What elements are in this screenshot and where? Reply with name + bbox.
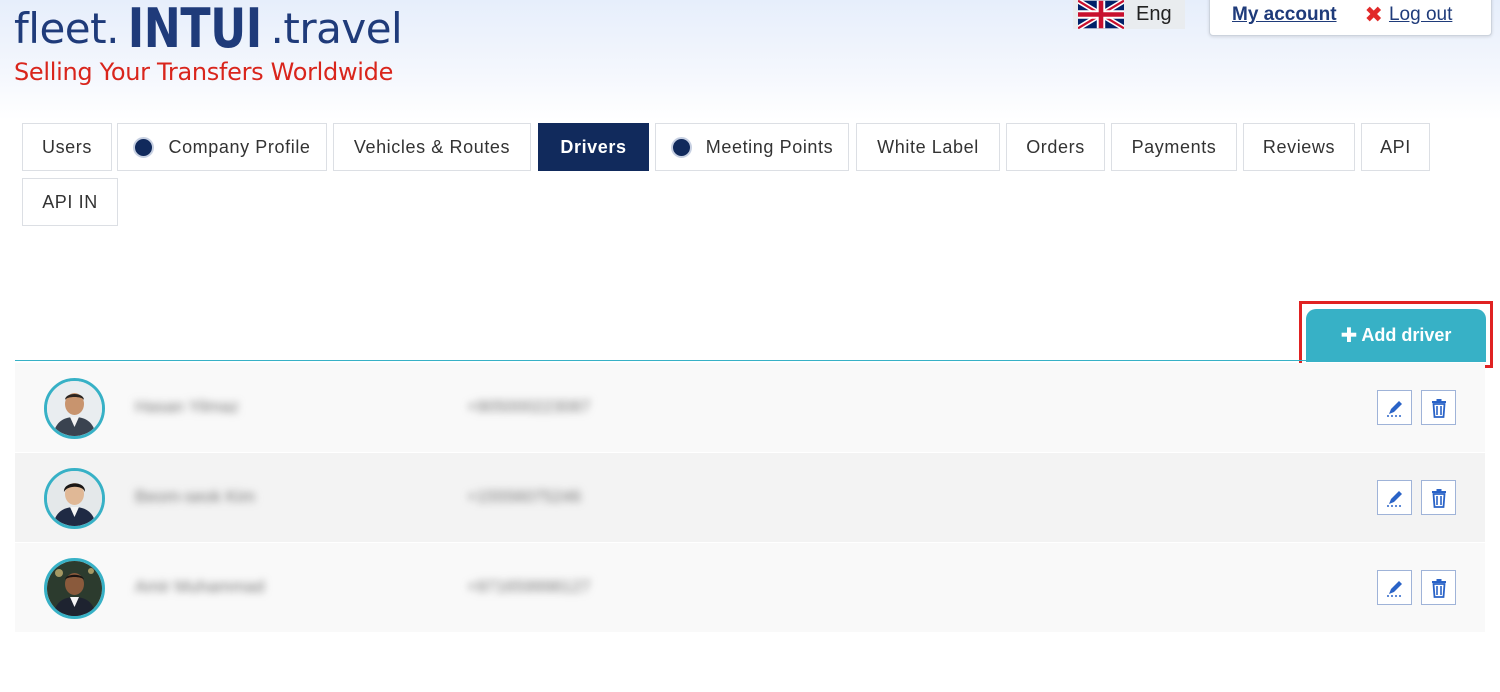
tab-api-in[interactable]: API IN: [22, 178, 118, 226]
add-driver-label: Add driver: [1361, 325, 1452, 345]
tab-label: Drivers: [560, 136, 627, 157]
logo-part-intui: INTUI: [127, 0, 263, 60]
tab-label: Payments: [1131, 136, 1217, 157]
pencil-icon: [1386, 400, 1403, 417]
language-label: Eng: [1136, 3, 1172, 25]
delete-driver-button[interactable]: [1421, 480, 1456, 515]
trash-icon: [1431, 488, 1446, 508]
driver-name: Amir Muhammad: [135, 577, 265, 596]
driver-row: Beom-seok Kim +15556075246: [15, 453, 1485, 542]
edit-driver-button[interactable]: [1377, 570, 1412, 605]
status-dot-icon: [670, 136, 692, 158]
my-account-link[interactable]: My account: [1232, 4, 1337, 26]
driver-avatar: [44, 558, 105, 619]
uk-flag-icon: [1078, 0, 1124, 29]
add-driver-button[interactable]: ✚ Add driver: [1306, 309, 1486, 362]
edit-driver-button[interactable]: [1377, 390, 1412, 425]
tab-company-profile[interactable]: Company Profile: [117, 123, 327, 171]
driver-name: Beom-seok Kim: [135, 487, 255, 506]
person-photo-icon: [47, 381, 102, 436]
trash-icon: [1431, 578, 1446, 598]
driver-row: Hasan Yilmaz +905000223087: [15, 363, 1485, 452]
tab-label: Vehicles & Routes: [353, 136, 511, 157]
driver-row: Amir Muhammad +971659998127: [15, 543, 1485, 632]
driver-phone: +905000223087: [467, 397, 591, 416]
account-box: My account ✖ Log out: [1209, 0, 1492, 36]
tab-label: Users: [41, 136, 92, 157]
tab-label: Meeting Points: [705, 136, 834, 157]
close-icon: ✖: [1364, 2, 1383, 27]
driver-phone: +15556075246: [467, 487, 581, 506]
person-photo-icon: [47, 561, 102, 616]
tab-label: API: [1380, 136, 1411, 157]
delete-driver-button[interactable]: [1421, 390, 1456, 425]
status-dot-icon: [133, 136, 155, 158]
tab-meeting-points[interactable]: Meeting Points: [655, 123, 849, 171]
edit-driver-button[interactable]: [1377, 480, 1412, 515]
logo-part-travel: .travel: [270, 4, 403, 53]
tab-label: Orders: [1026, 136, 1085, 157]
tab-reviews[interactable]: Reviews: [1243, 123, 1355, 171]
list-divider: [15, 360, 1485, 361]
tab-white-label[interactable]: White Label: [856, 123, 1000, 171]
tab-label: API IN: [42, 191, 98, 212]
logo-tagline: Selling Your Transfers Worldwide: [14, 58, 394, 86]
tab-label: White Label: [877, 136, 979, 157]
person-photo-icon: [47, 471, 102, 526]
tab-orders[interactable]: Orders: [1006, 123, 1105, 171]
tab-users[interactable]: Users: [22, 123, 112, 171]
logo-wordmark: fleet. INTUI .travel: [14, 0, 403, 60]
delete-driver-button[interactable]: [1421, 570, 1456, 605]
logout-link[interactable]: ✖ Log out: [1365, 4, 1453, 26]
language-selector[interactable]: Eng: [1073, 0, 1185, 29]
plus-icon: ✚: [1340, 325, 1358, 347]
driver-phone: +971659998127: [467, 577, 591, 596]
driver-avatar: [44, 378, 105, 439]
site-logo[interactable]: fleet. INTUI .travel Selling Your Transfer…: [14, 0, 403, 86]
pencil-icon: [1386, 490, 1403, 507]
pencil-icon: [1386, 580, 1403, 597]
tab-drivers[interactable]: Drivers: [538, 123, 649, 171]
tab-label: Reviews: [1262, 136, 1336, 157]
driver-avatar: [44, 468, 105, 529]
logo-part-fleet: fleet.: [14, 4, 119, 53]
driver-name: Hasan Yilmaz: [135, 397, 239, 416]
logout-label: Log out: [1388, 4, 1453, 25]
tab-api[interactable]: API: [1361, 123, 1430, 171]
trash-icon: [1431, 398, 1446, 418]
tab-label: Company Profile: [168, 136, 311, 157]
tab-payments[interactable]: Payments: [1111, 123, 1237, 171]
tab-vehicles-routes[interactable]: Vehicles & Routes: [333, 123, 531, 171]
